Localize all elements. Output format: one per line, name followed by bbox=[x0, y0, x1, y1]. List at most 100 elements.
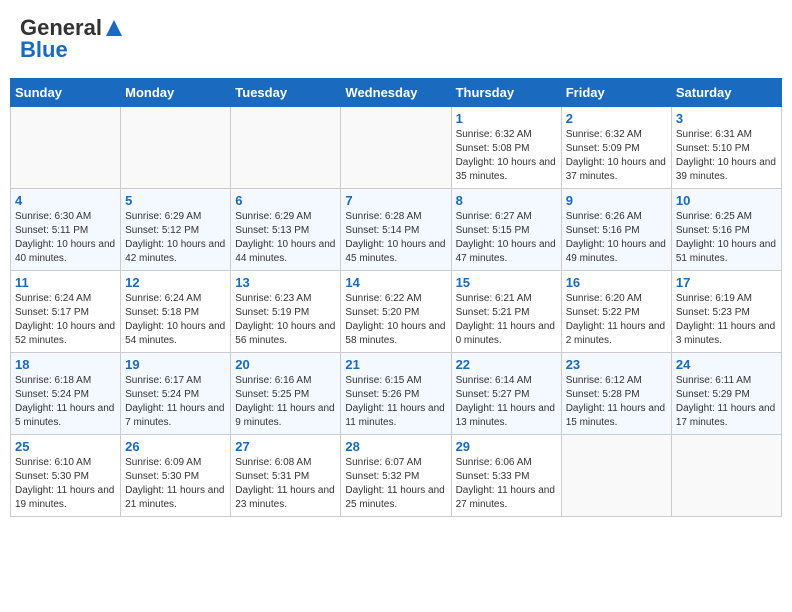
day-info: Sunrise: 6:29 AMSunset: 5:13 PMDaylight:… bbox=[235, 210, 336, 266]
day-info: Sunrise: 6:20 AMSunset: 5:22 PMDaylight:… bbox=[566, 292, 667, 348]
day-info: Sunrise: 6:10 AMSunset: 5:30 PMDaylight:… bbox=[15, 456, 116, 512]
calendar-cell: 18Sunrise: 6:18 AMSunset: 5:24 PMDayligh… bbox=[11, 353, 121, 435]
weekday-header-friday: Friday bbox=[561, 79, 671, 107]
day-number: 2 bbox=[566, 111, 667, 126]
calendar-cell: 22 Sunrise: 6:14 AMSunset: 5:27 PMDayligh… bbox=[451, 353, 561, 435]
day-info: Sunrise: 6:21 AMSunset: 5:21 PMDaylight:… bbox=[456, 292, 557, 348]
day-number: 16 bbox=[566, 275, 667, 290]
calendar-cell: 26 Sunrise: 6:09 AMSunset: 5:30 PMDayligh… bbox=[121, 435, 231, 517]
calendar-cell: 14 Sunrise: 6:22 AMSunset: 5:20 PMDayligh… bbox=[341, 271, 451, 353]
day-number: 26 bbox=[125, 439, 226, 454]
calendar-cell: 2 Sunrise: 6:32 AMSunset: 5:09 PMDaylight… bbox=[561, 107, 671, 189]
calendar-cell bbox=[671, 435, 781, 517]
calendar-cell: 6Sunrise: 6:29 AMSunset: 5:13 PMDaylight… bbox=[231, 189, 341, 271]
calendar-cell: 29 Sunrise: 6:06 AMSunset: 5:33 PMDayligh… bbox=[451, 435, 561, 517]
calendar-cell: 28 Sunrise: 6:07 AMSunset: 5:32 PMDayligh… bbox=[341, 435, 451, 517]
calendar-cell: 7 Sunrise: 6:28 AMSunset: 5:14 PMDaylight… bbox=[341, 189, 451, 271]
calendar-cell: 13 Sunrise: 6:23 AMSunset: 5:19 PMDayligh… bbox=[231, 271, 341, 353]
day-number: 9 bbox=[566, 193, 667, 208]
day-number: 15 bbox=[456, 275, 557, 290]
calendar-cell: 10Sunrise: 6:25 AMSunset: 5:16 PMDayligh… bbox=[671, 189, 781, 271]
day-number: 24 bbox=[676, 357, 777, 372]
day-number: 14 bbox=[345, 275, 446, 290]
calendar-cell: 27 Sunrise: 6:08 AMSunset: 5:31 PMDayligh… bbox=[231, 435, 341, 517]
header: General Blue bbox=[10, 10, 782, 68]
logo-icon bbox=[104, 18, 124, 38]
weekday-header-tuesday: Tuesday bbox=[231, 79, 341, 107]
day-info: Sunrise: 6:11 AMSunset: 5:29 PMDaylight:… bbox=[676, 374, 777, 430]
day-info: Sunrise: 6:09 AMSunset: 5:30 PMDaylight:… bbox=[125, 456, 226, 512]
day-info: Sunrise: 6:06 AMSunset: 5:33 PMDaylight:… bbox=[456, 456, 557, 512]
day-info: Sunrise: 6:12 AMSunset: 5:28 PMDaylight:… bbox=[566, 374, 667, 430]
day-number: 12 bbox=[125, 275, 226, 290]
calendar-cell: 12Sunrise: 6:24 AMSunset: 5:18 PMDayligh… bbox=[121, 271, 231, 353]
day-info: Sunrise: 6:29 AMSunset: 5:12 PMDaylight:… bbox=[125, 210, 226, 266]
calendar-cell: 8 Sunrise: 6:27 AMSunset: 5:15 PMDaylight… bbox=[451, 189, 561, 271]
calendar-cell bbox=[561, 435, 671, 517]
day-info: Sunrise: 6:32 AMSunset: 5:09 PMDaylight:… bbox=[566, 128, 667, 184]
calendar-cell: 5 Sunrise: 6:29 AMSunset: 5:12 PMDaylight… bbox=[121, 189, 231, 271]
logo: General Blue bbox=[20, 15, 126, 63]
day-info: Sunrise: 6:32 AMSunset: 5:08 PMDaylight:… bbox=[456, 128, 557, 184]
day-number: 29 bbox=[456, 439, 557, 454]
day-number: 11 bbox=[15, 275, 116, 290]
calendar: SundayMondayTuesdayWednesdayThursdayFrid… bbox=[10, 78, 782, 517]
calendar-cell: 25 Sunrise: 6:10 AMSunset: 5:30 PMDayligh… bbox=[11, 435, 121, 517]
day-number: 4 bbox=[15, 193, 116, 208]
day-number: 27 bbox=[235, 439, 336, 454]
day-info: Sunrise: 6:30 AMSunset: 5:11 PMDaylight:… bbox=[15, 210, 116, 266]
day-info: Sunrise: 6:28 AMSunset: 5:14 PMDaylight:… bbox=[345, 210, 446, 266]
day-info: Sunrise: 6:26 AMSunset: 5:16 PMDaylight:… bbox=[566, 210, 667, 266]
day-number: 20 bbox=[235, 357, 336, 372]
day-info: Sunrise: 6:16 AMSunset: 5:25 PMDaylight:… bbox=[235, 374, 336, 430]
day-info: Sunrise: 6:17 AMSunset: 5:24 PMDaylight:… bbox=[125, 374, 226, 430]
weekday-header-row: SundayMondayTuesdayWednesdayThursdayFrid… bbox=[11, 79, 782, 107]
calendar-cell bbox=[341, 107, 451, 189]
day-info: Sunrise: 6:24 AMSunset: 5:17 PMDaylight:… bbox=[15, 292, 116, 348]
weekday-header-sunday: Sunday bbox=[11, 79, 121, 107]
day-number: 3 bbox=[676, 111, 777, 126]
calendar-cell: 15 Sunrise: 6:21 AMSunset: 5:21 PMDayligh… bbox=[451, 271, 561, 353]
day-number: 23 bbox=[566, 357, 667, 372]
calendar-cell: 17 Sunrise: 6:19 AMSunset: 5:23 PMDayligh… bbox=[671, 271, 781, 353]
week-row-5: 25 Sunrise: 6:10 AMSunset: 5:30 PMDayligh… bbox=[11, 435, 782, 517]
day-info: Sunrise: 6:22 AMSunset: 5:20 PMDaylight:… bbox=[345, 292, 446, 348]
day-info: Sunrise: 6:07 AMSunset: 5:32 PMDaylight:… bbox=[345, 456, 446, 512]
day-info: Sunrise: 6:08 AMSunset: 5:31 PMDaylight:… bbox=[235, 456, 336, 512]
day-number: 1 bbox=[456, 111, 557, 126]
day-number: 21 bbox=[345, 357, 446, 372]
calendar-cell: 11 Sunrise: 6:24 AMSunset: 5:17 PMDayligh… bbox=[11, 271, 121, 353]
weekday-header-thursday: Thursday bbox=[451, 79, 561, 107]
calendar-cell: 9 Sunrise: 6:26 AMSunset: 5:16 PMDaylight… bbox=[561, 189, 671, 271]
calendar-cell: 24 Sunrise: 6:11 AMSunset: 5:29 PMDayligh… bbox=[671, 353, 781, 435]
day-info: Sunrise: 6:27 AMSunset: 5:15 PMDaylight:… bbox=[456, 210, 557, 266]
week-row-4: 18Sunrise: 6:18 AMSunset: 5:24 PMDayligh… bbox=[11, 353, 782, 435]
day-number: 17 bbox=[676, 275, 777, 290]
calendar-cell: 20 Sunrise: 6:16 AMSunset: 5:25 PMDayligh… bbox=[231, 353, 341, 435]
day-info: Sunrise: 6:15 AMSunset: 5:26 PMDaylight:… bbox=[345, 374, 446, 430]
weekday-header-saturday: Saturday bbox=[671, 79, 781, 107]
day-number: 5 bbox=[125, 193, 226, 208]
day-info: Sunrise: 6:23 AMSunset: 5:19 PMDaylight:… bbox=[235, 292, 336, 348]
calendar-cell: 21 Sunrise: 6:15 AMSunset: 5:26 PMDayligh… bbox=[341, 353, 451, 435]
day-number: 7 bbox=[345, 193, 446, 208]
week-row-2: 4 Sunrise: 6:30 AMSunset: 5:11 PMDaylight… bbox=[11, 189, 782, 271]
calendar-cell bbox=[11, 107, 121, 189]
week-row-3: 11 Sunrise: 6:24 AMSunset: 5:17 PMDayligh… bbox=[11, 271, 782, 353]
day-number: 8 bbox=[456, 193, 557, 208]
calendar-cell: 16 Sunrise: 6:20 AMSunset: 5:22 PMDayligh… bbox=[561, 271, 671, 353]
calendar-cell: 1 Sunrise: 6:32 AMSunset: 5:08 PMDaylight… bbox=[451, 107, 561, 189]
day-number: 25 bbox=[15, 439, 116, 454]
calendar-cell bbox=[121, 107, 231, 189]
day-number: 10 bbox=[676, 193, 777, 208]
day-number: 22 bbox=[456, 357, 557, 372]
weekday-header-monday: Monday bbox=[121, 79, 231, 107]
weekday-header-wednesday: Wednesday bbox=[341, 79, 451, 107]
day-info: Sunrise: 6:31 AMSunset: 5:10 PMDaylight:… bbox=[676, 128, 777, 184]
calendar-cell: 19Sunrise: 6:17 AMSunset: 5:24 PMDayligh… bbox=[121, 353, 231, 435]
day-info: Sunrise: 6:14 AMSunset: 5:27 PMDaylight:… bbox=[456, 374, 557, 430]
day-number: 13 bbox=[235, 275, 336, 290]
day-number: 18 bbox=[15, 357, 116, 372]
day-number: 28 bbox=[345, 439, 446, 454]
day-info: Sunrise: 6:19 AMSunset: 5:23 PMDaylight:… bbox=[676, 292, 777, 348]
